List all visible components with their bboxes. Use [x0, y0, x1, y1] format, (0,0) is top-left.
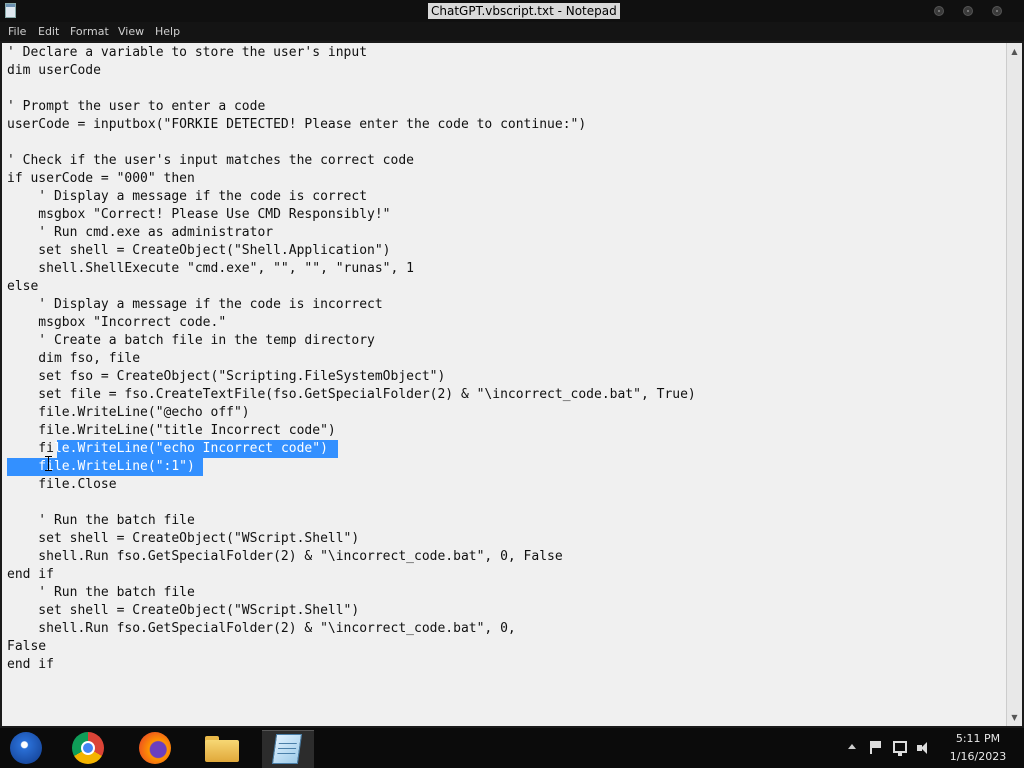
code-line[interactable]: False [7, 638, 46, 656]
code-line[interactable]: set shell = CreateObject("WScript.Shell"… [7, 602, 359, 620]
maximize-button[interactable] [963, 6, 973, 16]
code-line[interactable]: shell.Run fso.GetSpecialFolder(2) & "\in… [7, 548, 562, 566]
menu-format[interactable]: Format [70, 25, 109, 38]
code-line[interactable]: file.WriteLine("echo Incorrect code") [7, 440, 328, 458]
firefox-icon[interactable] [139, 732, 171, 764]
code-line[interactable]: else [7, 278, 38, 296]
code-line[interactable]: userCode = inputbox("FORKIE DETECTED! Pl… [7, 116, 586, 134]
minimize-button[interactable] [934, 6, 944, 16]
code-line-prefix: fi [7, 441, 54, 456]
notepad-icon [271, 734, 303, 764]
menu-bar: File Edit Format View Help [0, 22, 1024, 41]
menu-file[interactable]: File [8, 25, 26, 38]
text-cursor-icon [45, 456, 52, 471]
file-explorer-icon[interactable] [205, 736, 239, 762]
volume-icon[interactable] [917, 742, 931, 754]
code-line[interactable]: shell.Run fso.GetSpecialFolder(2) & "\in… [7, 620, 515, 638]
action-center-flag-icon[interactable] [870, 741, 882, 754]
window-title: ChatGPT.vbscript.txt - Notepad [428, 3, 620, 19]
code-line[interactable]: shell.ShellExecute "cmd.exe", "", "", "r… [7, 260, 414, 278]
close-button[interactable] [992, 6, 1002, 16]
code-line[interactable]: set shell = CreateObject("WScript.Shell"… [7, 530, 359, 548]
notepad-app-icon[interactable] [5, 3, 16, 18]
show-hidden-icons-icon[interactable] [848, 744, 856, 749]
menu-help[interactable]: Help [155, 25, 180, 38]
code-line[interactable]: msgbox "Incorrect code." [7, 314, 226, 332]
code-line[interactable]: msgbox "Correct! Please Use CMD Responsi… [7, 206, 390, 224]
code-line[interactable]: ' Run the batch file [7, 584, 195, 602]
code-line[interactable]: dim fso, file [7, 350, 140, 368]
chrome-icon[interactable] [72, 732, 104, 764]
code-line[interactable]: ' Create a batch file in the temp direct… [7, 332, 375, 350]
text-editor[interactable]: ' Declare a variable to store the user's… [2, 43, 1006, 726]
code-line[interactable]: file.Close [7, 476, 116, 494]
code-line[interactable]: ' Run the batch file [7, 512, 195, 530]
code-line[interactable]: ' Display a message if the code is incor… [7, 296, 382, 314]
network-icon[interactable] [893, 741, 907, 756]
title-bar[interactable]: ChatGPT.vbscript.txt - Notepad [0, 0, 1024, 22]
code-line[interactable]: ' Run cmd.exe as administrator [7, 224, 273, 242]
scroll-down-arrow-icon[interactable]: ▼ [1007, 709, 1022, 726]
selected-text: le.WriteLine("echo Incorrect code") [53, 441, 328, 456]
code-line[interactable]: if userCode = "000" then [7, 170, 195, 188]
taskbar-notepad-button[interactable] [262, 730, 314, 768]
menu-view[interactable]: View [118, 25, 144, 38]
code-line[interactable]: end if [7, 656, 54, 674]
scroll-up-arrow-icon[interactable]: ▲ [1007, 43, 1022, 60]
code-line[interactable]: ' Check if the user's input matches the … [7, 152, 414, 170]
code-line[interactable]: ' Prompt the user to enter a code [7, 98, 265, 116]
code-line[interactable]: set fso = CreateObject("Scripting.FileSy… [7, 368, 445, 386]
start-button-icon[interactable] [10, 732, 42, 764]
vertical-scrollbar[interactable]: ▲ ▼ [1006, 43, 1022, 726]
code-line[interactable]: set shell = CreateObject("Shell.Applicat… [7, 242, 390, 260]
code-line[interactable]: end if [7, 566, 54, 584]
code-line[interactable]: dim userCode [7, 62, 101, 80]
selected-text[interactable]: file.WriteLine(":1") [7, 458, 195, 476]
code-line[interactable]: ' Declare a variable to store the user's… [7, 44, 367, 62]
code-line[interactable]: file.WriteLine("title Incorrect code") [7, 422, 335, 440]
menu-edit[interactable]: Edit [38, 25, 59, 38]
clock-date[interactable]: 1/16/2023 [940, 750, 1016, 764]
code-line[interactable]: file.WriteLine("@echo off") [7, 404, 249, 422]
code-line[interactable]: ' Display a message if the code is corre… [7, 188, 367, 206]
code-line[interactable]: set file = fso.CreateTextFile(fso.GetSpe… [7, 386, 695, 404]
clock-time[interactable]: 5:11 PM [940, 732, 1016, 746]
